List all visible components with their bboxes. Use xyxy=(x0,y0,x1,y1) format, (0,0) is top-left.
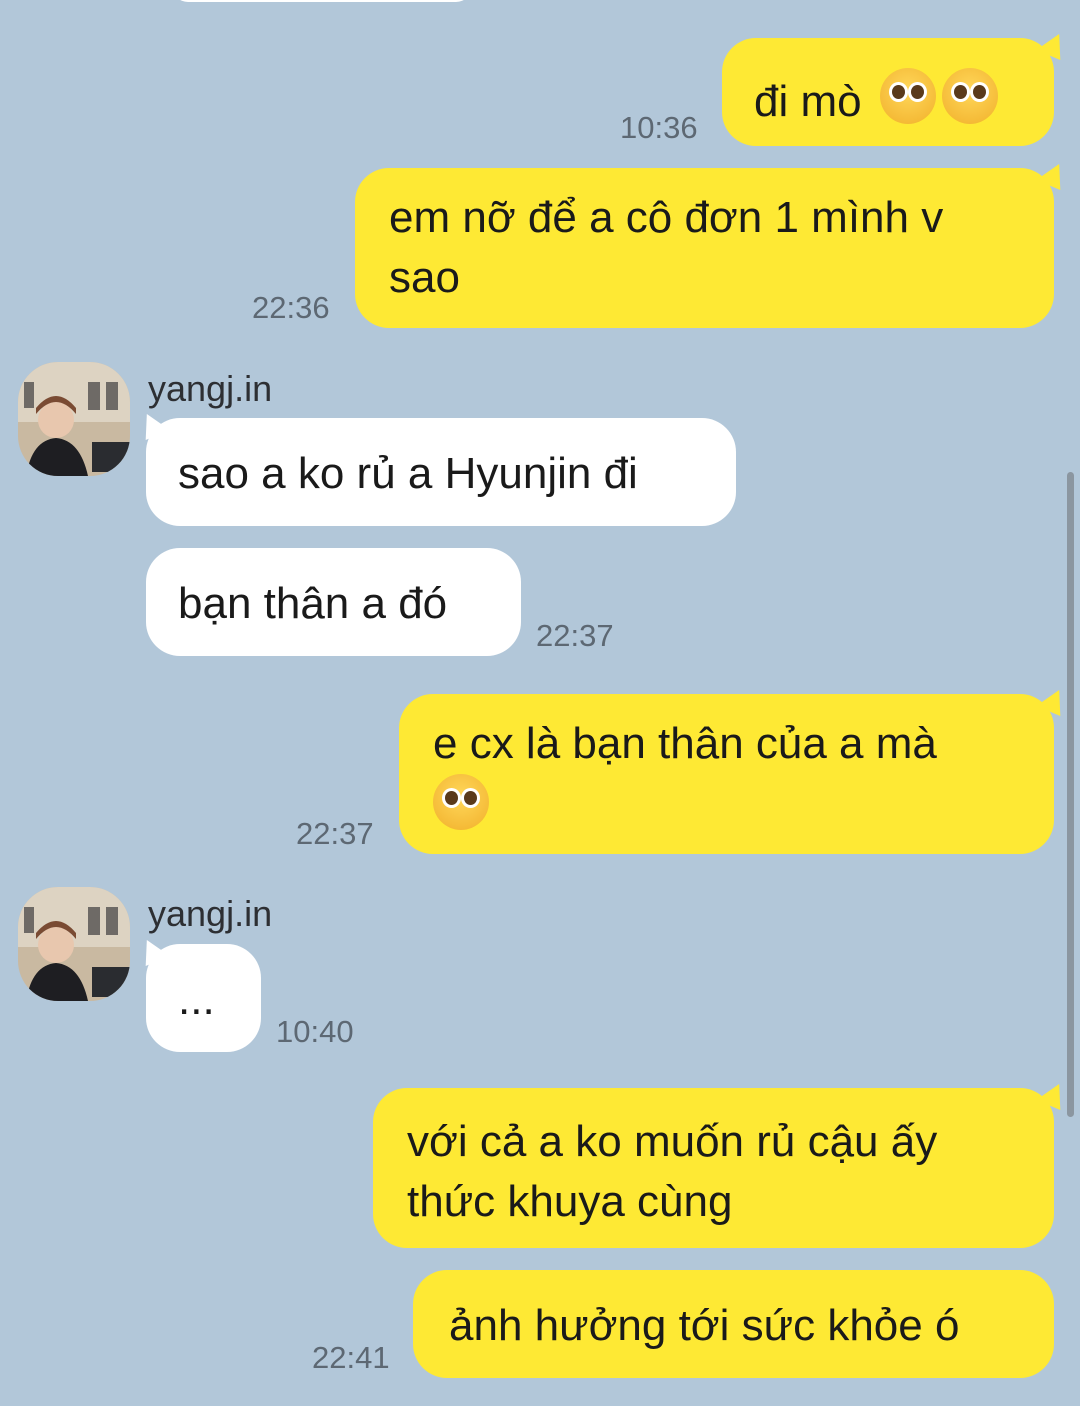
pleading-face-tears-icon xyxy=(879,68,936,124)
message-time: 22:37 xyxy=(536,618,614,653)
avatar[interactable] xyxy=(18,887,130,1001)
message-bubble-mine[interactable]: e cx là bạn thân của a mà xyxy=(399,694,1054,854)
message-time: 10:36 xyxy=(620,110,698,145)
message-time: 22:37 xyxy=(296,816,374,851)
message-text: bạn thân a đó xyxy=(178,579,448,628)
message-text-line: với cả a ko muốn rủ cậu ấy xyxy=(407,1117,938,1166)
message-bubble-mine[interactable]: ảnh hưởng tới sức khỏe ó xyxy=(413,1270,1054,1378)
message-bubble-theirs[interactable]: bạn thân a đó xyxy=(146,548,521,656)
message-time: 10:40 xyxy=(276,1014,354,1049)
message-bubble-theirs[interactable]: sao a ko rủ a Hyunjin đi xyxy=(146,418,736,526)
pleading-face-icon xyxy=(433,774,489,830)
message-bubble-mine[interactable]: với cả a ko muốn rủ cậu ấy thức khuya cù… xyxy=(373,1088,1054,1248)
message-text-line: thức khuya cùng xyxy=(407,1177,733,1226)
message-text: ... xyxy=(178,975,215,1024)
sender-name: yangj.in xyxy=(148,893,273,934)
message-bubble-theirs[interactable]: ... xyxy=(146,944,261,1052)
message-text: ảnh hưởng tới sức khỏe ó xyxy=(449,1301,960,1350)
scrollbar[interactable] xyxy=(1067,472,1074,1117)
message-text-line: sao xyxy=(389,253,460,302)
message-time: 22:36 xyxy=(252,290,330,325)
avatar[interactable] xyxy=(18,362,130,476)
message-time: 22:41 xyxy=(312,1340,390,1375)
message-text: đi mò xyxy=(754,77,862,126)
partial-message-bubble xyxy=(172,0,472,2)
message-text-line: e cx là bạn thân của a mà xyxy=(433,719,937,768)
sender-name: yangj.in xyxy=(148,368,273,409)
message-bubble-mine[interactable]: em nỡ để a cô đơn 1 mình v sao xyxy=(355,168,1054,328)
message-bubble-mine[interactable]: đi mò xyxy=(722,38,1054,146)
pleading-face-tears-icon xyxy=(941,68,998,124)
message-text-line: em nỡ để a cô đơn 1 mình v xyxy=(389,193,944,242)
message-text: sao a ko rủ a Hyunjin đi xyxy=(178,449,638,498)
